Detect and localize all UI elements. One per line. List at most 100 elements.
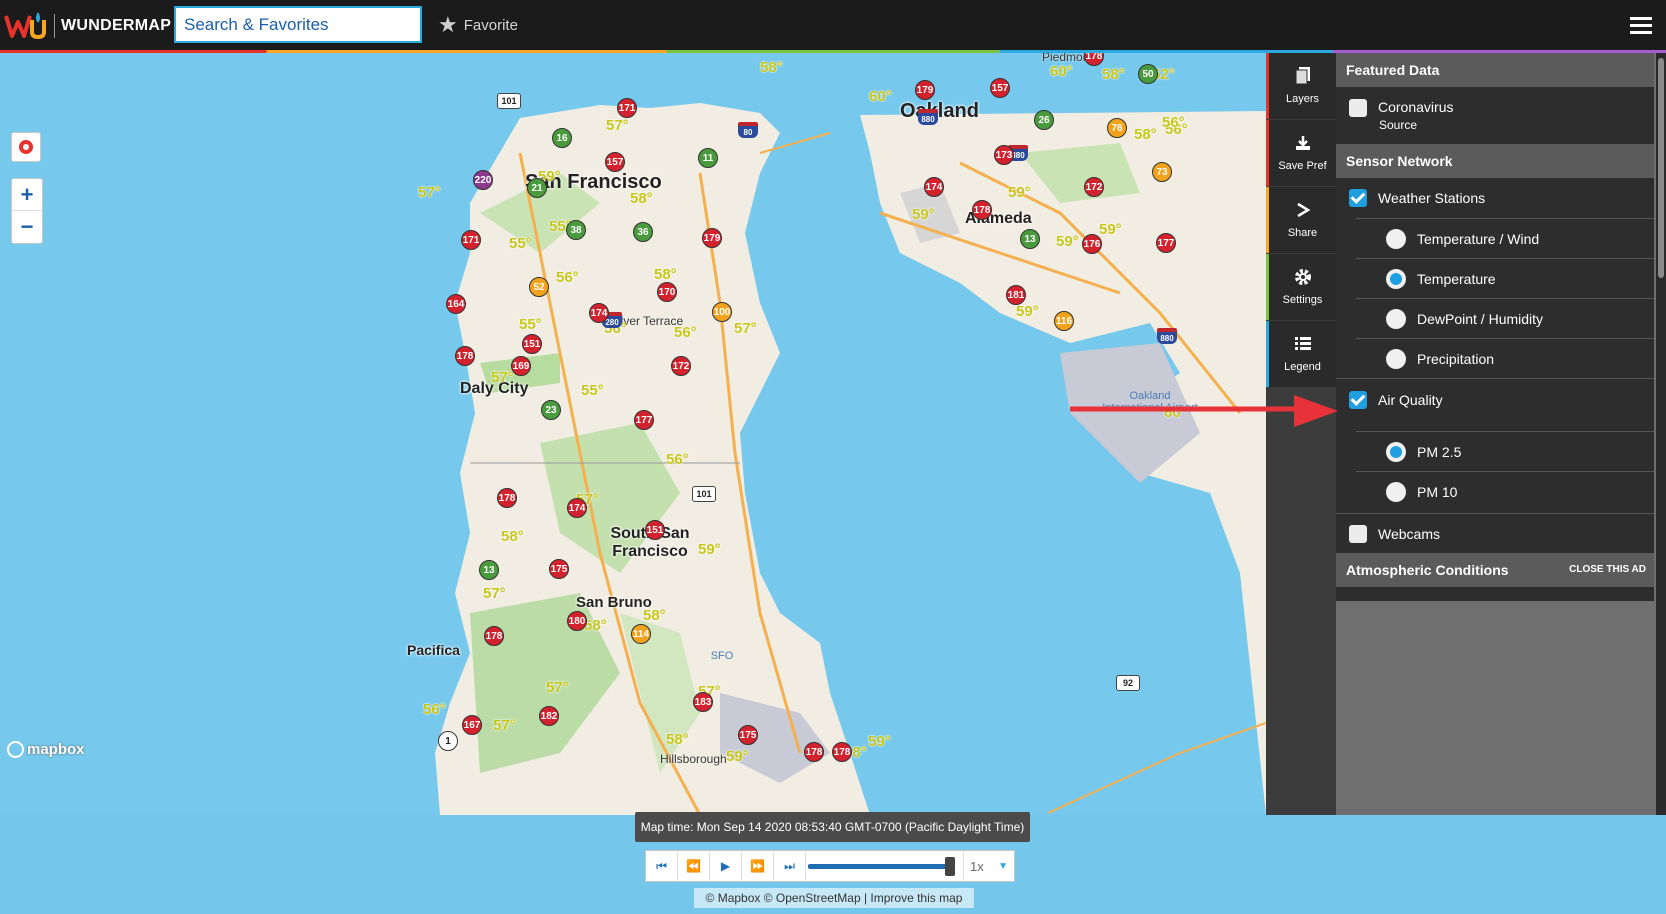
- map-settings-button[interactable]: [11, 132, 41, 162]
- time-slider[interactable]: [806, 851, 964, 881]
- station-marker[interactable]: 16: [552, 128, 572, 148]
- skip-to-end-button[interactable]: ⏭: [774, 851, 806, 881]
- weather-stations-checkbox[interactable]: [1349, 189, 1367, 207]
- station-marker[interactable]: 178: [497, 488, 517, 508]
- station-marker[interactable]: 177: [634, 410, 654, 430]
- search-input[interactable]: [174, 6, 422, 43]
- tool-save-pref[interactable]: Save Pref: [1266, 120, 1336, 186]
- station-marker[interactable]: 50: [1138, 64, 1158, 84]
- station-marker[interactable]: 171: [617, 98, 637, 118]
- station-marker[interactable]: 170: [657, 282, 677, 302]
- favorite-button[interactable]: ★ Favorite: [438, 14, 518, 36]
- station-marker[interactable]: 157: [605, 152, 625, 172]
- station-marker[interactable]: 182: [539, 706, 559, 726]
- temperature-reading: 55°: [581, 382, 604, 399]
- station-marker[interactable]: 175: [738, 725, 758, 745]
- station-marker[interactable]: 76: [1107, 118, 1127, 138]
- pm10-radio[interactable]: [1386, 481, 1406, 502]
- station-marker[interactable]: 169: [511, 356, 531, 376]
- speed-select[interactable]: 1x ▼: [964, 851, 1014, 881]
- station-marker[interactable]: 178: [832, 742, 852, 762]
- skip-to-start-button[interactable]: ⏮: [646, 851, 678, 881]
- time-slider-handle[interactable]: [945, 857, 955, 876]
- station-marker[interactable]: 178: [804, 742, 824, 762]
- layer-coronavirus[interactable]: Coronavirus: [1336, 87, 1654, 143]
- option-pm25[interactable]: PM 2.5: [1356, 431, 1654, 471]
- station-marker[interactable]: 151: [522, 334, 542, 354]
- layer-air-quality[interactable]: Air Quality: [1336, 378, 1654, 420]
- station-marker[interactable]: 179: [702, 228, 722, 248]
- zoom-out-button[interactable]: −: [12, 211, 42, 242]
- rewind-button[interactable]: ⏪: [678, 851, 710, 881]
- option-precipitation[interactable]: Precipitation: [1356, 338, 1654, 378]
- coronavirus-checkbox[interactable]: [1349, 99, 1367, 117]
- station-marker[interactable]: 38: [566, 220, 586, 240]
- pm25-radio[interactable]: [1386, 441, 1406, 462]
- station-marker[interactable]: 164: [446, 294, 466, 314]
- temperature-reading: 60°: [869, 88, 892, 105]
- station-marker[interactable]: 180: [567, 611, 587, 631]
- option-temperature[interactable]: Temperature: [1356, 258, 1654, 298]
- station-marker[interactable]: 13: [479, 560, 499, 580]
- wu-logo[interactable]: [4, 10, 48, 42]
- station-marker[interactable]: 167: [462, 715, 482, 735]
- station-marker[interactable]: 52: [529, 277, 549, 297]
- tool-settings[interactable]: Settings: [1266, 254, 1336, 320]
- station-marker[interactable]: 178: [455, 346, 475, 366]
- station-marker[interactable]: 13: [1020, 229, 1040, 249]
- option-pm10[interactable]: PM 10: [1356, 471, 1654, 511]
- station-marker[interactable]: 100: [712, 302, 732, 322]
- station-marker[interactable]: 151: [645, 520, 665, 540]
- station-marker[interactable]: 174: [589, 303, 609, 323]
- option-temperature-wind[interactable]: Temperature / Wind: [1356, 218, 1654, 258]
- station-marker[interactable]: 177: [1156, 233, 1176, 253]
- station-marker[interactable]: 178: [484, 626, 504, 646]
- temperature-wind-radio[interactable]: [1386, 228, 1406, 249]
- fast-forward-button[interactable]: ⏩: [742, 851, 774, 881]
- station-marker[interactable]: 23: [541, 400, 561, 420]
- close-ad-button[interactable]: CLOSE THIS AD: [1569, 564, 1646, 575]
- precipitation-radio[interactable]: [1386, 348, 1406, 369]
- layer-webcams[interactable]: Webcams: [1336, 513, 1654, 553]
- station-marker[interactable]: 73: [1152, 162, 1172, 182]
- station-marker[interactable]: 173: [994, 145, 1014, 165]
- station-marker[interactable]: 175: [549, 559, 569, 579]
- station-marker[interactable]: 181: [1006, 285, 1026, 305]
- webcams-checkbox[interactable]: [1349, 524, 1367, 543]
- tool-layers[interactable]: Layers: [1266, 53, 1336, 119]
- station-marker[interactable]: 172: [671, 356, 691, 376]
- map-attribution[interactable]: © Mapbox © OpenStreetMap | Improve this …: [694, 888, 974, 908]
- station-marker[interactable]: 1: [438, 731, 458, 751]
- temperature-radio[interactable]: [1386, 268, 1406, 289]
- panel-scrollbar-thumb[interactable]: [1658, 58, 1664, 278]
- station-marker[interactable]: 174: [567, 498, 587, 518]
- station-marker[interactable]: 183: [693, 692, 713, 712]
- station-marker[interactable]: 21: [527, 178, 547, 198]
- play-button[interactable]: ▶: [710, 851, 742, 881]
- zoom-in-button[interactable]: +: [12, 179, 42, 211]
- hamburger-menu-icon[interactable]: [1630, 17, 1652, 35]
- layer-weather-stations[interactable]: Weather Stations: [1336, 178, 1654, 218]
- station-marker[interactable]: 157: [990, 78, 1010, 98]
- station-marker[interactable]: 220: [473, 170, 493, 190]
- tool-share[interactable]: Share: [1266, 187, 1336, 253]
- station-marker[interactable]: 176: [1082, 234, 1102, 254]
- tool-legend[interactable]: Legend: [1266, 321, 1336, 387]
- station-marker[interactable]: 178: [972, 200, 992, 220]
- station-marker[interactable]: 36: [633, 222, 653, 242]
- option-dewpoint-humidity[interactable]: DewPoint / Humidity: [1356, 298, 1654, 338]
- station-marker[interactable]: 172: [1084, 177, 1104, 197]
- station-marker[interactable]: 174: [924, 177, 944, 197]
- station-marker[interactable]: 171: [461, 230, 481, 250]
- station-marker[interactable]: 179: [915, 80, 935, 100]
- station-marker[interactable]: 11: [698, 148, 718, 168]
- temperature-reading: 58°: [630, 190, 653, 207]
- dewpoint-humidity-radio[interactable]: [1386, 308, 1406, 329]
- station-marker[interactable]: 116: [1054, 311, 1074, 331]
- station-marker[interactable]: 114: [631, 624, 651, 644]
- station-marker[interactable]: 26: [1034, 110, 1054, 130]
- air-quality-checkbox[interactable]: [1349, 390, 1367, 409]
- map-canvas[interactable]: San Francisco Oakland Alameda Daly City Sout…: [0, 53, 1266, 815]
- time-player: ⏮ ⏪ ▶ ⏩ ⏭ 1x ▼: [645, 850, 1015, 882]
- source-link[interactable]: Source: [1379, 118, 1417, 132]
